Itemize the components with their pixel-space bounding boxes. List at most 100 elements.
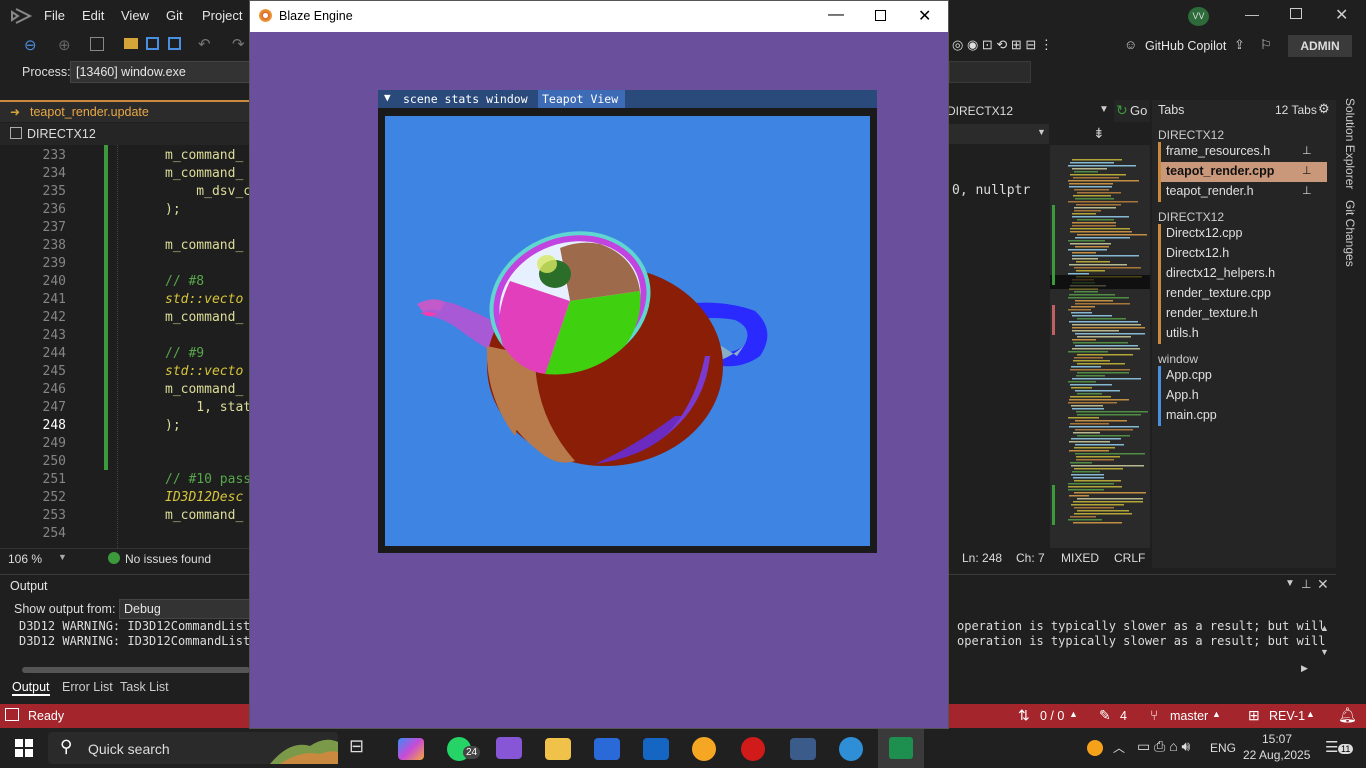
process-select[interactable]: [13460] window.exe [70, 61, 250, 83]
nav-project[interactable]: DIRECTX12 [27, 127, 96, 141]
minimap-viewport[interactable] [1050, 275, 1150, 289]
tab-list-item[interactable]: directx12_helpers.h [1161, 264, 1327, 284]
tab-list-item[interactable]: utils.h [1161, 324, 1327, 344]
tab-list-item[interactable]: frame_resources.h ⊥ [1161, 142, 1327, 162]
scroll-right-icon[interactable]: ▶ [1301, 663, 1308, 674]
tab-list-item[interactable]: render_texture.h [1161, 304, 1327, 324]
tab-error-list[interactable]: Error List [62, 680, 113, 694]
visual-studio-icon[interactable] [496, 737, 522, 759]
zoom-level[interactable]: 106 % [8, 552, 42, 566]
save-icon[interactable] [146, 37, 159, 50]
teapot-viewport[interactable] [385, 116, 870, 546]
cursor-line[interactable]: Ln: 248 [962, 551, 1002, 565]
tab-list-item[interactable]: teapot_render.h ⊥ [1161, 182, 1327, 202]
pencil-count[interactable]: 4 [1120, 709, 1127, 723]
store-icon[interactable] [594, 738, 620, 760]
issues-status[interactable]: No issues found [125, 552, 211, 566]
save-all-icon[interactable] [168, 37, 181, 50]
task-view-icon[interactable]: ⊟ [349, 736, 364, 757]
chevron-down-icon[interactable]: ▼ [58, 552, 67, 562]
opera-icon[interactable] [741, 737, 765, 761]
encoding[interactable]: MIXED [1061, 551, 1099, 565]
restore-icon[interactable] [1290, 8, 1302, 19]
redo-icon[interactable]: ↷ [232, 35, 245, 53]
go-button[interactable]: ↻ Go [1114, 100, 1150, 122]
close-icon[interactable]: ✕ [1335, 5, 1348, 25]
debug-tools-icons[interactable]: ◎ ◉ ⊡ ⟲ ⊞ ⊟ ⋮ [952, 37, 1053, 53]
notification-bell-icon[interactable]: 🔔︎ [1338, 706, 1357, 724]
back-icon[interactable]: ⊖ [24, 36, 37, 54]
git-changes-tab[interactable]: Git Changes [1343, 200, 1357, 267]
repo-name[interactable]: REV-1 [1269, 709, 1305, 723]
tab-list-item[interactable]: teapot_render.cpp ⊥ [1161, 162, 1327, 182]
split-icon[interactable]: ⇟ [1093, 125, 1105, 142]
right-nav[interactable]: DIRECTX12 ▼ [947, 100, 1114, 122]
chevron-up-icon[interactable]: ▲ [1212, 709, 1221, 719]
tab-list-item[interactable]: App.cpp [1161, 366, 1327, 386]
repo-icon[interactable]: ⊞ [1248, 707, 1260, 724]
forward-icon[interactable]: ⊕ [58, 36, 71, 54]
thread-select[interactable] [949, 61, 1031, 83]
tab-teapot-render[interactable]: teapot_render.update [30, 105, 149, 119]
chevron-up-icon[interactable]: ︿ [1113, 739, 1125, 756]
menu-edit[interactable]: Edit [82, 8, 104, 23]
edge-icon[interactable] [839, 737, 863, 761]
file-explorer-icon[interactable] [545, 738, 571, 760]
tray-icons[interactable]: ▭ ⎙ ⌂ 🔊︎ [1137, 738, 1190, 755]
collapse-arrow-icon[interactable]: ▼ [384, 91, 391, 104]
new-project-icon[interactable] [90, 37, 104, 51]
chevron-up-icon[interactable]: ▲ [1069, 709, 1078, 719]
menu-project[interactable]: Project [202, 8, 242, 23]
clock-date[interactable]: 22 Aug,2025 [1243, 748, 1310, 762]
chevron-down-icon[interactable]: ▼ [1099, 104, 1109, 115]
tab-scene-stats[interactable]: scene stats window [403, 92, 528, 106]
line-ending[interactable]: CRLF [1114, 551, 1145, 565]
git-counts[interactable]: 0 / 0 [1040, 709, 1064, 723]
output-source-select[interactable]: Debug [119, 599, 250, 619]
open-folder-icon[interactable] [124, 38, 138, 49]
solution-explorer-tab[interactable]: Solution Explorer [1343, 98, 1357, 189]
tab-task-list[interactable]: Task List [120, 680, 169, 694]
minimap[interactable] [1050, 145, 1150, 548]
notification-center-icon[interactable]: ☰ [1325, 738, 1338, 756]
scroll-up-icon[interactable]: ▲ [1320, 623, 1329, 633]
branch-name[interactable]: master [1170, 709, 1208, 723]
minimize-icon[interactable]: — [1245, 6, 1259, 22]
member-select[interactable]: ▼ [949, 124, 1049, 144]
output-text-right[interactable]: operation is typically slower as a resul… [957, 619, 1325, 649]
copilot-app-icon[interactable] [398, 738, 424, 760]
code-editor[interactable]: 233 m_command_ 234 m_command_ 235 m_dsv_c 236… [0, 145, 250, 548]
output-text-left[interactable]: D3D12 WARNING: ID3D12CommandList: D3D12 … [19, 619, 257, 649]
undo-icon[interactable]: ↶ [198, 35, 211, 53]
tab-list-item[interactable]: Directx12.cpp [1161, 224, 1327, 244]
scroll-down-icon[interactable]: ▼ [1320, 647, 1329, 657]
menu-git[interactable]: Git [166, 8, 183, 23]
copilot-icon[interactable]: ☺ [1124, 37, 1137, 52]
chevron-up-icon[interactable]: ▲ [1306, 709, 1315, 719]
tab-list-item[interactable]: main.cpp [1161, 406, 1327, 426]
gear-icon[interactable]: ⚙ [1318, 101, 1330, 117]
horizontal-scrollbar[interactable] [22, 667, 250, 673]
maximize-icon[interactable] [875, 10, 886, 21]
cursor-col[interactable]: Ch: 7 [1016, 551, 1045, 565]
menu-file[interactable]: File [44, 8, 65, 23]
admin-button[interactable]: ADMIN [1288, 35, 1352, 57]
active-app-highlight[interactable] [878, 728, 924, 768]
copilot-label[interactable]: GitHub Copilot [1145, 39, 1226, 53]
tab-list-item[interactable]: Directx12.h [1161, 244, 1327, 264]
menu-view[interactable]: View [121, 8, 149, 23]
pin-icon[interactable]: ⊥ [1302, 164, 1312, 177]
search-box[interactable]: ⚲ Quick search [48, 732, 338, 764]
tab-teapot-view[interactable]: Teapot View [542, 92, 618, 106]
chevron-down-icon[interactable]: ▼ [1285, 578, 1295, 589]
tab-list-item[interactable]: App.h [1161, 386, 1327, 406]
language-indicator[interactable]: ENG [1210, 741, 1236, 755]
weather-icon[interactable] [1087, 740, 1103, 756]
tab-output[interactable]: Output [12, 680, 50, 696]
user-avatar[interactable]: VV [1188, 7, 1209, 26]
branch-icon[interactable]: ⑂ [1150, 707, 1158, 723]
windows-start-icon[interactable] [15, 739, 33, 757]
share-icon[interactable]: ⇪ [1234, 37, 1245, 53]
clock-time[interactable]: 15:07 [1262, 732, 1292, 746]
feedback-icon[interactable]: ⚐ [1260, 37, 1272, 53]
